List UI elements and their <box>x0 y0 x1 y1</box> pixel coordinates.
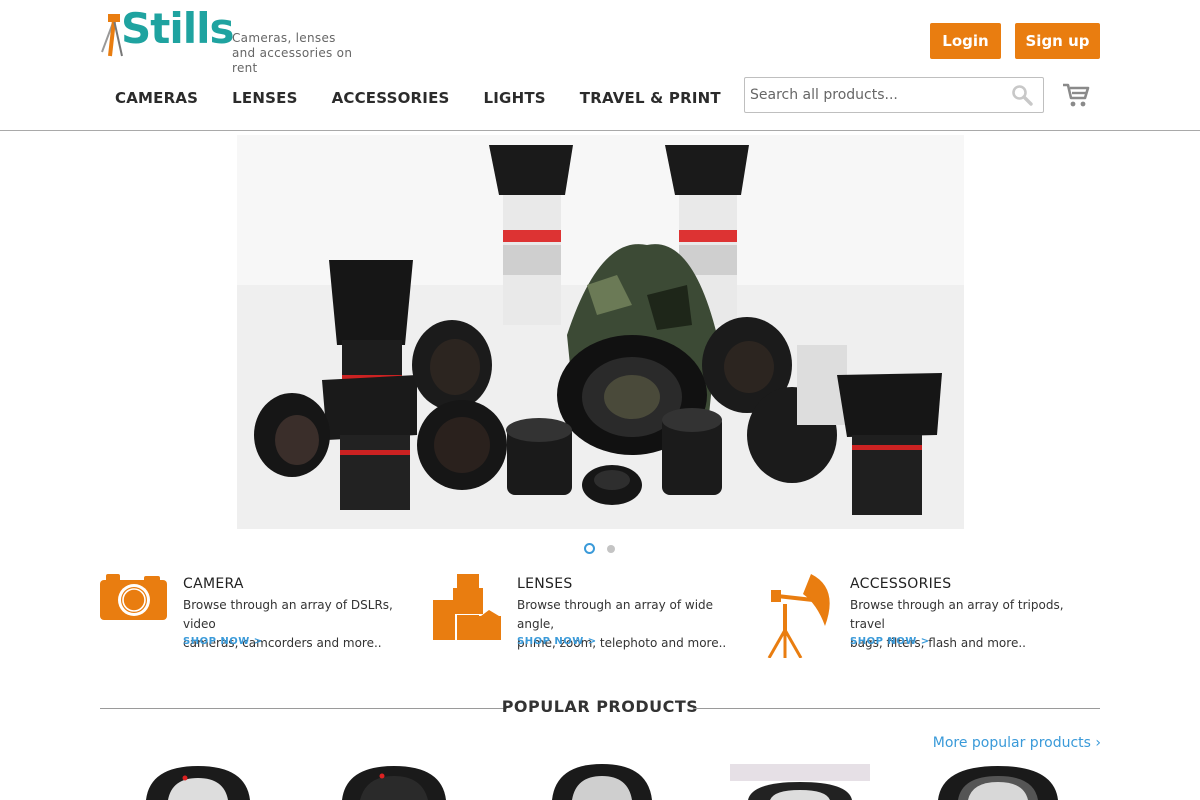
cart-icon[interactable] <box>1062 82 1090 108</box>
camera-icon <box>100 574 167 620</box>
logo-wordmark: Stills <box>121 4 235 53</box>
product-thumbnail-5[interactable] <box>928 762 1068 800</box>
section-divider-right <box>693 708 1100 709</box>
category-accessories-desc-line-1: Browse through an array of tripods, trav… <box>850 598 1064 631</box>
hero-banner-image[interactable] <box>237 135 964 529</box>
signup-button[interactable]: Sign up <box>1015 23 1100 59</box>
search-box <box>744 77 1044 113</box>
nav-item-lenses[interactable]: LENSES <box>232 86 297 110</box>
slider-dot-2[interactable] <box>607 544 615 553</box>
site-tagline: Cameras, lenses and accessories on rent <box>232 31 353 75</box>
category-camera-desc-line-1: Browse through an array of DSLRs, video <box>183 598 393 631</box>
camera-shop-now-link[interactable]: SHOP NOW > <box>183 636 263 647</box>
login-button[interactable]: Login <box>930 23 1001 59</box>
lens-adapter-image <box>342 766 446 800</box>
product-thumbnail-1[interactable] <box>128 762 268 800</box>
section-divider-left <box>100 708 507 709</box>
product-thumbnail-4[interactable] <box>730 762 870 800</box>
small-zoom-lens-front <box>662 408 722 495</box>
category-lenses-desc-line-1: Browse through an array of wide angle, <box>517 598 714 631</box>
site-header: Stills Cameras, lenses and accessories o… <box>0 0 1200 131</box>
red-ring-lens-center <box>417 400 507 490</box>
more-popular-products-link[interactable]: More popular products › <box>900 735 1101 751</box>
lens-adapter-image <box>552 764 652 800</box>
category-accessories-title: ACCESSORIES <box>850 576 952 592</box>
nav-item-lights[interactable]: LIGHTS <box>484 86 546 110</box>
category-lenses-title: LENSES <box>517 576 573 592</box>
lens-adapter-image <box>730 764 870 800</box>
black-lens-front-left <box>254 393 330 477</box>
tripod-light-icon <box>767 574 830 658</box>
category-accessories: ACCESSORIES Browse through an array of t… <box>767 574 1100 658</box>
lenses-shop-now-link[interactable]: SHOP NOW > <box>517 636 597 647</box>
slider-dot-1[interactable] <box>584 543 595 554</box>
main-nav: CAMERAS LENSES ACCESSORIES LIGHTS TRAVEL… <box>100 86 755 110</box>
category-lenses: LENSES Browse through an array of wide a… <box>433 574 753 658</box>
search-icon[interactable] <box>1011 84 1033 106</box>
lenses-icon <box>433 574 501 640</box>
pancake-lens-front <box>582 465 642 505</box>
popular-products-heading: POPULAR PRODUCTS <box>501 697 699 716</box>
nav-item-accessories[interactable]: ACCESSORIES <box>332 86 450 110</box>
accessories-shop-now-link[interactable]: SHOP NOW > <box>850 636 930 647</box>
category-camera-title: CAMERA <box>183 576 244 592</box>
nav-item-cameras[interactable]: CAMERAS <box>115 86 198 110</box>
category-camera: CAMERA Browse through an array of DSLRs,… <box>100 574 420 658</box>
lens-adapter-image <box>146 766 250 800</box>
lens-collection-illustration <box>237 135 964 529</box>
search-input[interactable] <box>745 78 1005 112</box>
slider-dots <box>584 543 615 554</box>
product-thumbnail-3[interactable] <box>532 762 672 800</box>
black-prime-lens-center-left <box>412 320 492 410</box>
small-prime-lens-front <box>506 418 572 495</box>
lens-adapter-image <box>938 766 1058 800</box>
product-thumbnail-2[interactable] <box>324 762 464 800</box>
nav-item-travel-print[interactable]: TRAVEL & PRINT <box>580 86 721 110</box>
